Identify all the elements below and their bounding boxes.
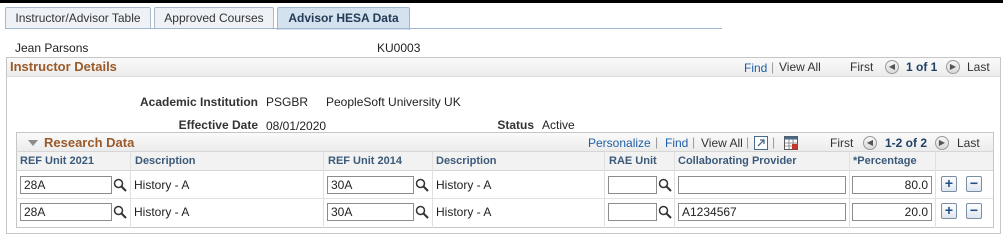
grid-view-all-link[interactable]: View All (701, 136, 743, 150)
ref-unit-2014-input[interactable]: 30A (327, 203, 414, 221)
page-counter: 1 of 1 (906, 60, 938, 74)
column-divider (849, 152, 850, 228)
col-rae-unit[interactable]: RAE Unit (609, 155, 657, 167)
col-description-2[interactable]: Description (436, 155, 497, 167)
zoom-grid-icon[interactable] (754, 136, 768, 150)
percentage-input[interactable]: 80.0 (852, 176, 932, 194)
rae-unit-input[interactable] (608, 203, 657, 221)
top-border (0, 0, 1003, 3)
effective-date-value: 08/01/2020 (266, 119, 327, 133)
research-data-title: Research Data (44, 135, 135, 150)
institution-label: Academic Institution (139, 95, 258, 109)
col-ref-unit-2021[interactable]: REF Unit 2021 (20, 155, 94, 167)
separator: | (692, 135, 696, 149)
last-label: Last (967, 60, 990, 74)
minus-icon[interactable]: − (966, 176, 982, 192)
percentage-input[interactable]: 20.0 (852, 203, 932, 221)
grid-find-link[interactable]: Find (665, 136, 688, 150)
col-percentage[interactable]: *Percentage (853, 155, 917, 167)
status-label: Status (497, 118, 534, 132)
personalize-link[interactable]: Personalize (588, 136, 651, 150)
grid-first-label: First (830, 136, 854, 150)
person-id: KU0003 (377, 41, 421, 55)
magnifier-icon[interactable] (415, 178, 429, 192)
magnifier-icon[interactable] (658, 205, 672, 219)
collaborating-provider-input[interactable] (678, 176, 846, 194)
column-divider (432, 152, 433, 228)
collapse-triangle-icon[interactable] (28, 140, 38, 146)
arrow-left-icon[interactable]: ◀ (863, 136, 877, 150)
column-divider (935, 152, 936, 228)
view-all-link[interactable]: View All (779, 60, 821, 74)
download-grid-icon[interactable] (784, 136, 798, 150)
tab-underline (5, 28, 722, 29)
magnifier-icon[interactable] (415, 205, 429, 219)
arrow-left-icon[interactable]: ◀ (885, 60, 899, 74)
column-divider (323, 152, 324, 228)
institution-code: PSGBR (266, 95, 309, 109)
arrow-right-icon[interactable]: ▶ (935, 136, 949, 150)
effective-date-label: Effective Date (178, 118, 258, 132)
status-value: Active (542, 118, 575, 132)
magnifier-icon[interactable] (113, 178, 127, 192)
col-ref-unit-2014[interactable]: REF Unit 2014 (328, 155, 402, 167)
grid-page-counter: 1-2 of 2 (885, 136, 928, 150)
description-1-value: History - A (134, 205, 190, 219)
description-2-value: History - A (436, 205, 492, 219)
plus-icon[interactable]: + (941, 203, 957, 219)
description-2-value: History - A (436, 178, 492, 192)
tab-advisor-hesa-data[interactable]: Advisor HESA Data (277, 7, 410, 30)
row-divider (17, 198, 993, 199)
tab-approved-courses[interactable]: Approved Courses (154, 7, 274, 29)
person-name: Jean Parsons (15, 41, 89, 55)
separator: | (746, 135, 750, 149)
magnifier-icon[interactable] (658, 178, 672, 192)
ref-unit-2014-input[interactable]: 30A (327, 176, 414, 194)
collaborating-provider-input[interactable]: A1234567 (678, 203, 846, 221)
description-1-value: History - A (134, 178, 190, 192)
tab-instructor-advisor-table[interactable]: Instructor/Advisor Table (5, 7, 151, 29)
first-label: First (850, 60, 874, 74)
find-link[interactable]: Find (744, 61, 767, 75)
column-divider (674, 152, 675, 228)
magnifier-icon[interactable] (113, 205, 127, 219)
column-divider (604, 152, 605, 228)
ref-unit-2021-input[interactable]: 28A (20, 176, 112, 194)
separator: | (771, 60, 775, 74)
plus-icon[interactable]: + (941, 176, 957, 192)
grid-last-label: Last (957, 136, 980, 150)
separator: | (772, 135, 776, 149)
col-description-1[interactable]: Description (135, 155, 196, 167)
instructor-details-title: Instructor Details (10, 59, 117, 74)
separator: | (655, 135, 659, 149)
institution-name: PeopleSoft University UK (326, 95, 461, 109)
rae-unit-input[interactable] (608, 176, 657, 194)
col-collaborating-provider[interactable]: Collaborating Provider (678, 155, 797, 167)
column-divider (130, 152, 131, 228)
arrow-right-icon[interactable]: ▶ (946, 60, 960, 74)
ref-unit-2021-input[interactable]: 28A (20, 203, 112, 221)
minus-icon[interactable]: − (966, 203, 982, 219)
